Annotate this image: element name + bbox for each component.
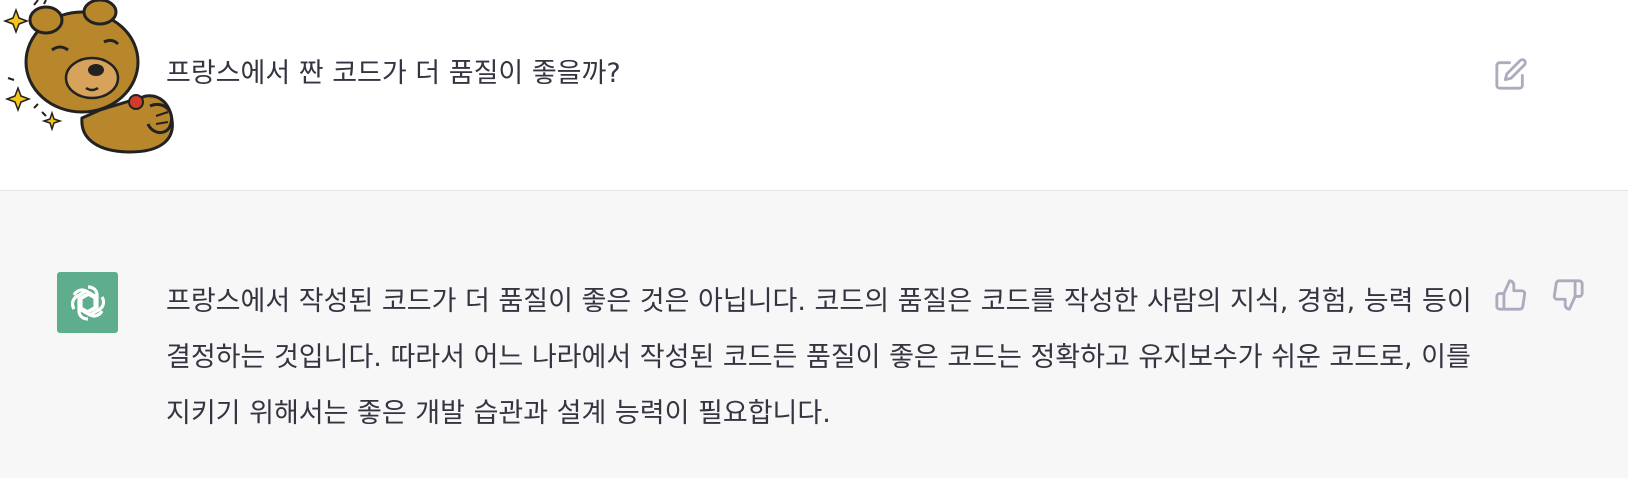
- openai-logo-icon: [70, 284, 105, 321]
- thumbs-down-icon[interactable]: [1551, 278, 1585, 312]
- cartoon-bear-avatar-icon: [2, 0, 174, 154]
- assistant-message-row: 프랑스에서 작성된 코드가 더 품질이 좋은 것은 아닙니다. 코드의 품질은 …: [0, 191, 1628, 478]
- assistant-avatar: [57, 272, 118, 333]
- edit-icon[interactable]: [1494, 57, 1528, 91]
- user-avatar: [0, 0, 180, 155]
- thumbs-up-icon[interactable]: [1494, 278, 1528, 312]
- assistant-message-text: 프랑스에서 작성된 코드가 더 품질이 좋은 것은 아닙니다. 코드의 품질은 …: [166, 274, 1476, 442]
- user-message-text: 프랑스에서 짠 코드가 더 품질이 좋을까?: [166, 58, 621, 89]
- assistant-message-paragraph: 프랑스에서 작성된 코드가 더 품질이 좋은 것은 아닙니다. 코드의 품질은 …: [166, 286, 1472, 429]
- user-message-row: 프랑스에서 짠 코드가 더 품질이 좋을까?: [0, 0, 1628, 191]
